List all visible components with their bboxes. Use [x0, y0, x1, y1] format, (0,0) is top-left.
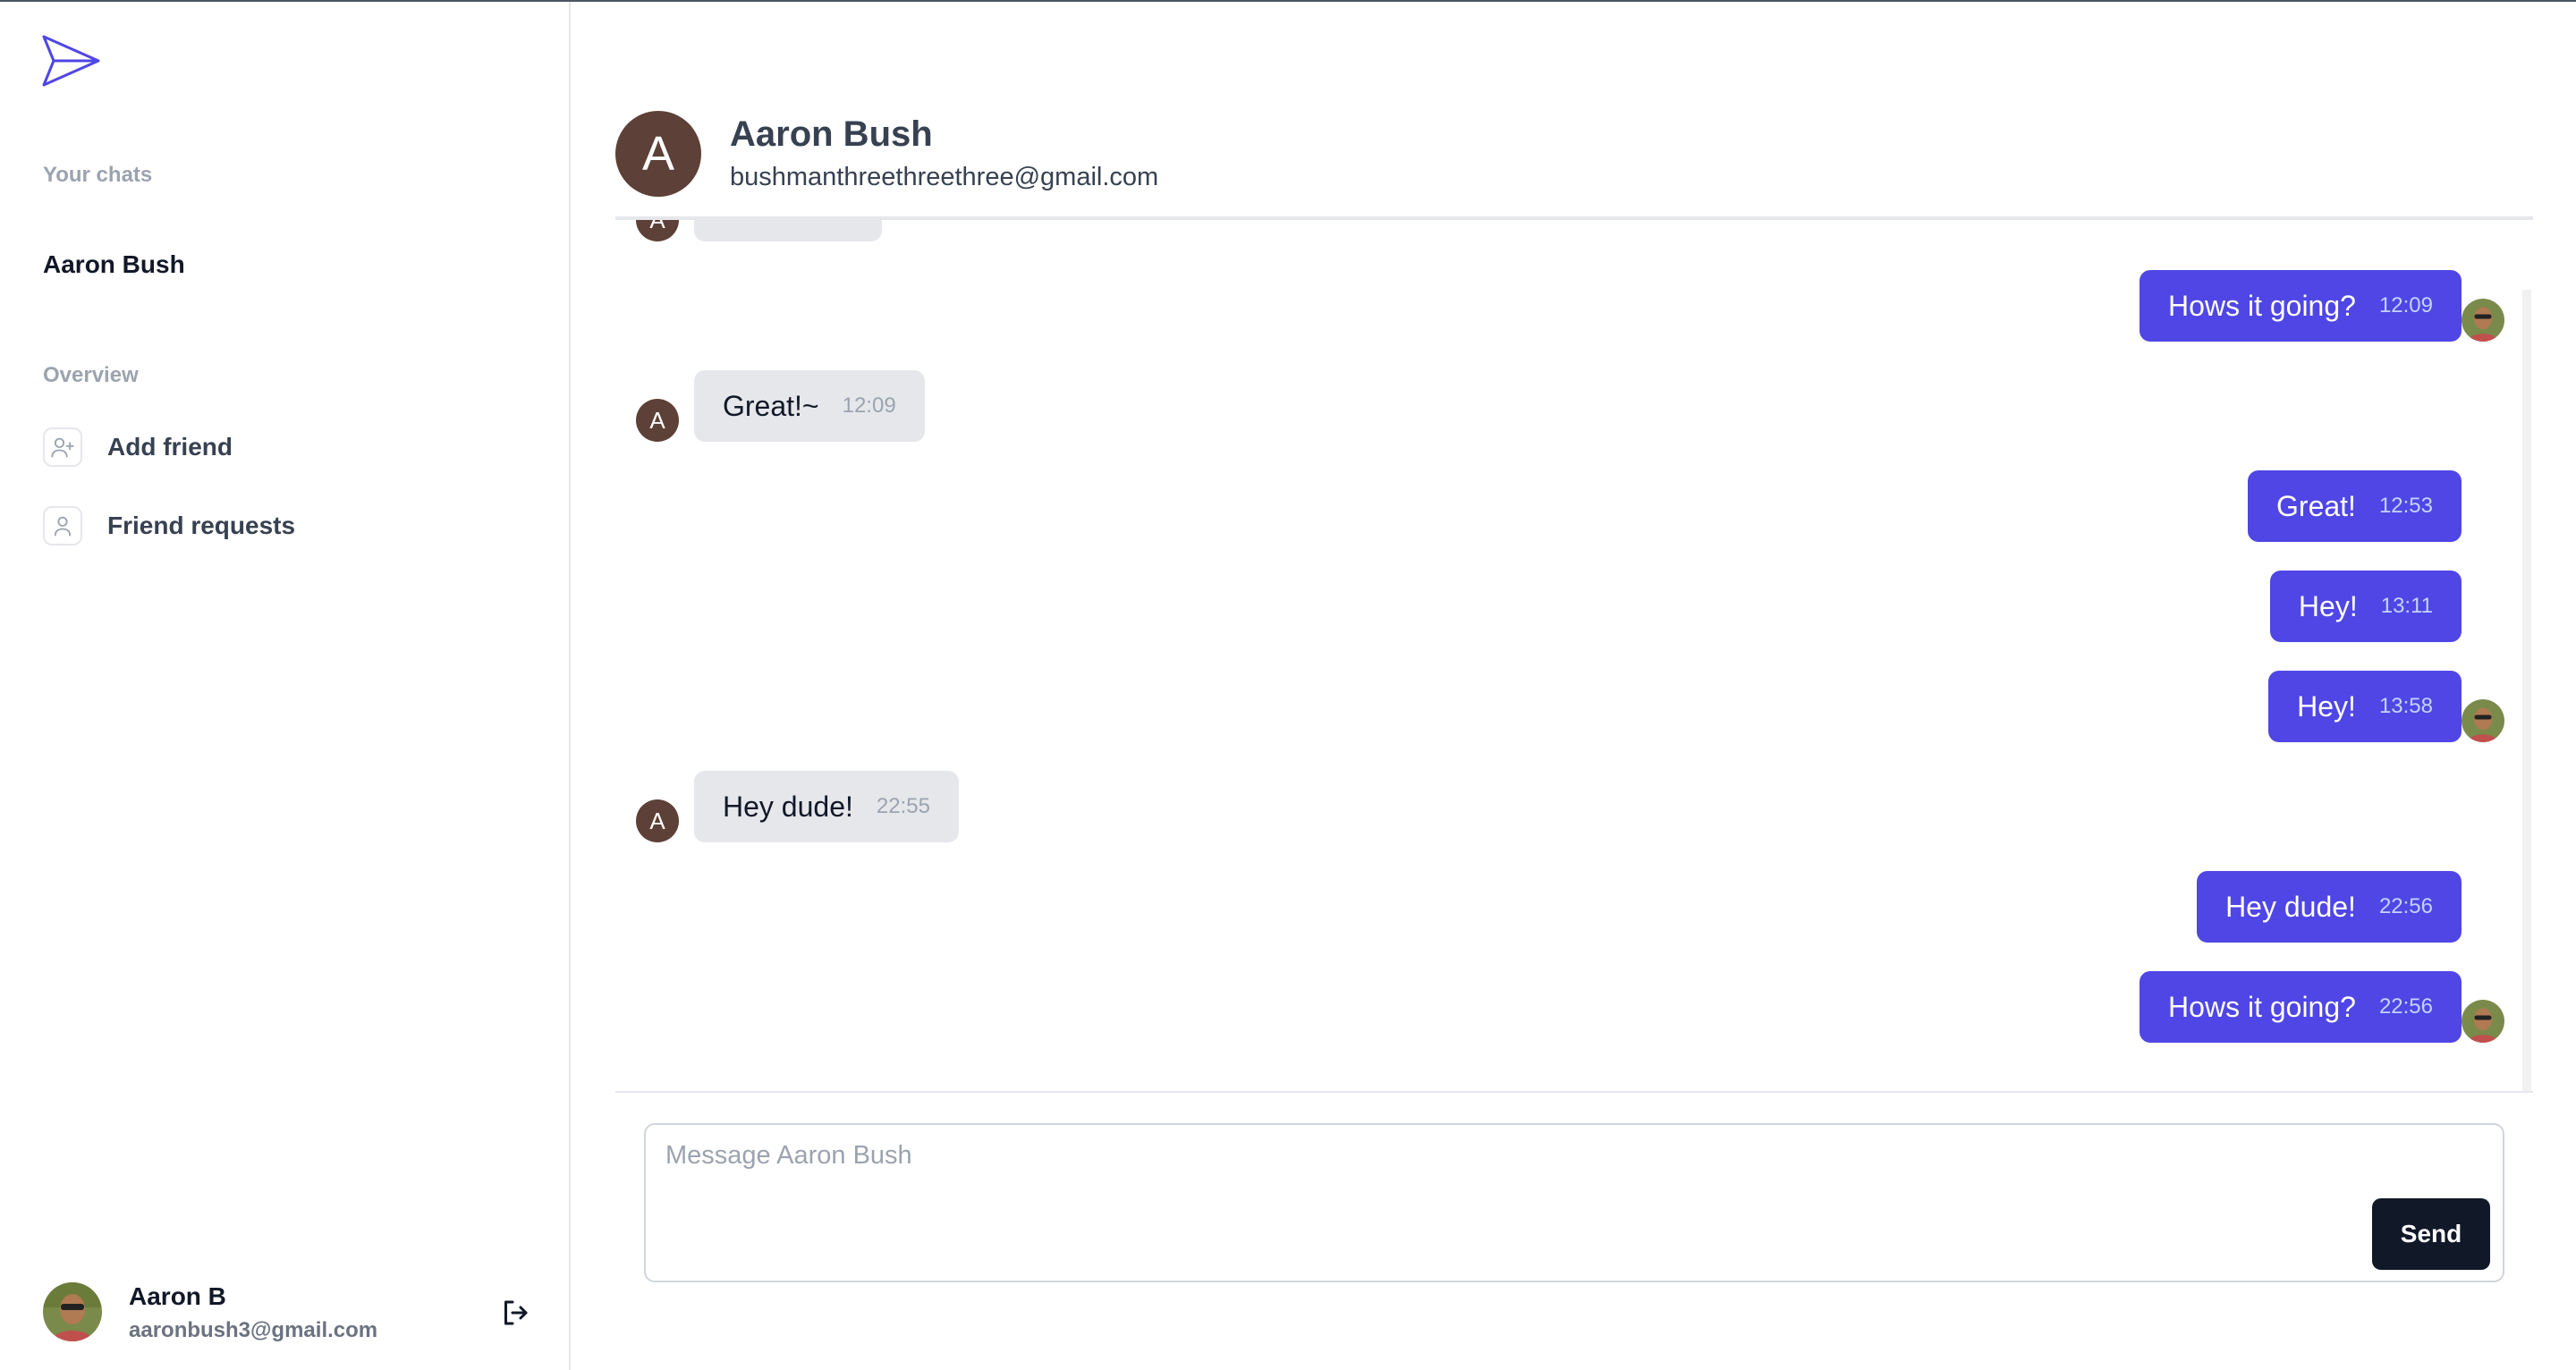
nav-add-friend-label: Add friend [107, 433, 233, 461]
message-outgoing: Hows it going? 22:56 [2140, 971, 2462, 1043]
message-text: Hey! [2298, 589, 2358, 622]
message-composer: Send [644, 1123, 2504, 1282]
partner-email: bushmanthreethreethree@gmail.com [730, 163, 1159, 191]
paper-plane-logo-icon[interactable] [41, 34, 102, 88]
my-message-avatar [2462, 1000, 2504, 1043]
my-message-avatar [2462, 699, 2504, 742]
my-message-avatar [2462, 299, 2504, 342]
message-time: 22:56 [2378, 994, 2433, 1019]
message-text: Hey! [2297, 689, 2356, 723]
message-outgoing: Hey dude! 22:56 [2197, 871, 2462, 943]
message-outgoing: Hows it going? 12:09 [2140, 270, 2462, 342]
message-time: 12:53 [2378, 494, 2433, 518]
message-bubble-partial [694, 220, 882, 241]
message-time: 22:55 [876, 794, 930, 818]
header-divider [615, 216, 2533, 220]
message-incoming: Great!~ 12:09 [694, 370, 925, 442]
sign-out-icon[interactable] [499, 1297, 531, 1329]
user-name: Aaron B [129, 1282, 226, 1310]
message-time: 12:09 [842, 393, 896, 418]
nav-friend-requests[interactable]: Friend requests [43, 504, 295, 547]
chat-item-aaron-bush[interactable]: Aaron Bush [43, 250, 185, 279]
composer-divider [615, 1091, 2533, 1093]
message-outgoing: Great! 12:53 [2248, 470, 2462, 542]
user-avatar [43, 1282, 102, 1341]
send-button[interactable]: Send [2372, 1198, 2490, 1270]
message-time: 22:56 [2378, 894, 2433, 918]
message-time: 13:58 [2378, 694, 2433, 718]
your-chats-label: Your chats [43, 163, 153, 187]
message-outgoing: Hey! 13:11 [2269, 571, 2462, 642]
message-text: Hey dude! [2225, 890, 2356, 923]
message-text: Great! [2276, 489, 2356, 522]
message-time: 12:09 [2378, 293, 2433, 317]
partner-message-avatar: A [636, 220, 679, 241]
message-text: Hows it going? [2168, 990, 2356, 1023]
message-input[interactable] [664, 1139, 2367, 1197]
message-time: 13:11 [2380, 594, 2433, 618]
nav-friend-requests-label: Friend requests [107, 512, 296, 539]
message-scrollbar[interactable] [2522, 290, 2531, 1091]
message-list[interactable]: A Hows it going? 12:09 A Great!~ 12:09 G… [615, 220, 2533, 1093]
message-incoming: Hey dude! 22:55 [694, 771, 959, 842]
current-user: Aaron B aaronbush3@gmail.com [43, 1282, 544, 1345]
sidebar: Your chats Aaron Bush Overview Add frien… [0, 2, 571, 1370]
partner-message-avatar: A [636, 799, 679, 842]
partner-message-avatar: A [636, 399, 679, 442]
overview-label: Overview [43, 363, 139, 387]
user-plus-icon [43, 427, 82, 467]
message-text: Great!~ [723, 389, 819, 422]
partner-avatar: A [615, 111, 701, 197]
nav-add-friend[interactable]: Add friend [43, 426, 233, 469]
message-text: Hows it going? [2168, 289, 2356, 322]
message-outgoing: Hey! 13:58 [2268, 671, 2462, 742]
user-icon [43, 506, 82, 545]
message-text: Hey dude! [723, 790, 853, 823]
partner-name: Aaron Bush [730, 114, 933, 154]
user-email: aaronbush3@gmail.com [129, 1318, 378, 1342]
